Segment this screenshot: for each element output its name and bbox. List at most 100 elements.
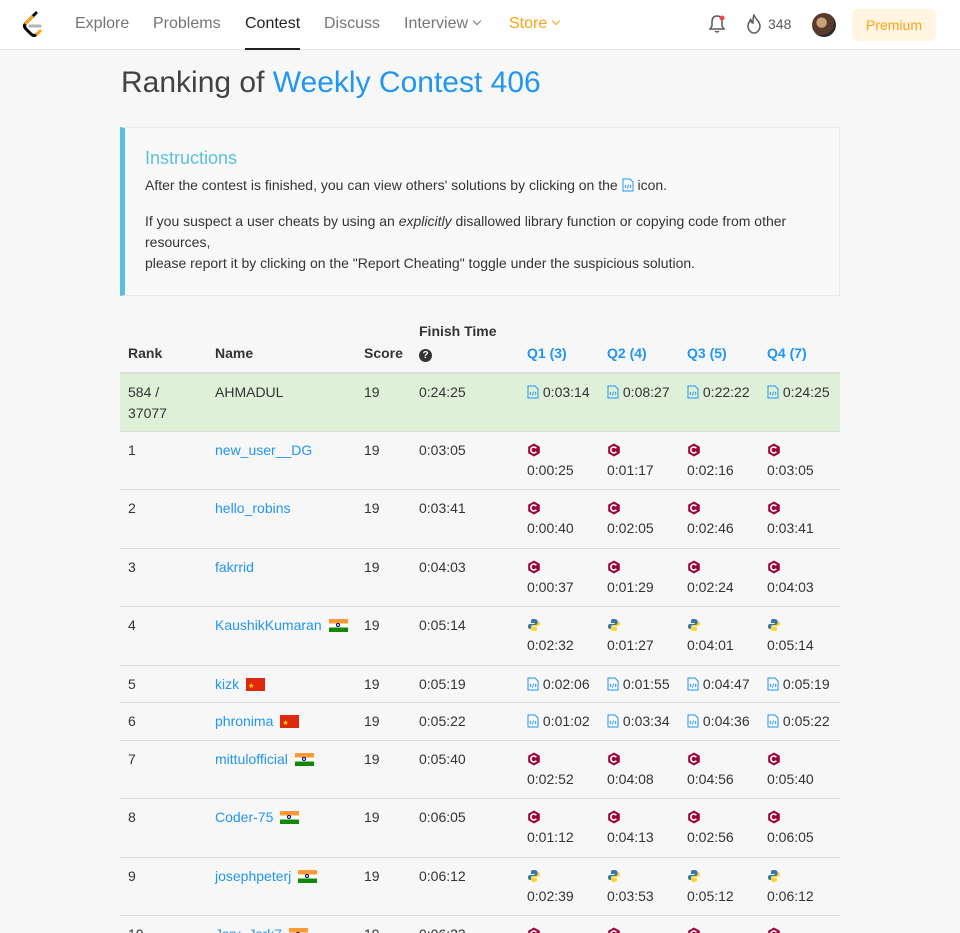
- solve-time: 0:06:05: [767, 829, 814, 845]
- question-solution-cell[interactable]: 0:01:02: [527, 711, 590, 732]
- question-solution-cell[interactable]: 0:00:25: [527, 440, 574, 481]
- user-name-link[interactable]: josephpeterj: [215, 866, 318, 887]
- streak-flame-icon[interactable]: [746, 14, 762, 34]
- my-q4-solution[interactable]: 0:24:25: [767, 382, 830, 403]
- question-solution-cell[interactable]: 0:02:05: [607, 498, 654, 539]
- question-solution-cell[interactable]: 0:02:16: [687, 440, 734, 481]
- python-language-icon: [608, 619, 620, 631]
- question-solution-cell[interactable]: 0:05:19: [767, 674, 830, 695]
- score-cell: 19: [364, 442, 380, 458]
- india-flag-icon: [294, 753, 314, 766]
- leetcode-logo-icon[interactable]: [20, 11, 46, 39]
- my-q2-solution[interactable]: 0:08:27: [607, 382, 670, 403]
- question-solution-cell[interactable]: 0:02:24: [687, 557, 734, 598]
- question-solution-cell[interactable]: 0:06:12: [767, 866, 814, 907]
- table-row: 3 fakrrid 19 0:04:03 0:00:37 0:01:29 0:02:24 0:…: [120, 548, 840, 606]
- solve-time: 0:01:02: [539, 713, 590, 729]
- nav-explore[interactable]: Explore: [75, 14, 129, 34]
- code-file-icon: [607, 714, 619, 728]
- question-solution-cell[interactable]: 0:03:05: [767, 440, 814, 481]
- nav-discuss[interactable]: Discuss: [324, 14, 380, 34]
- question-solution-cell[interactable]: 0:02:39: [527, 866, 574, 907]
- question-solution-cell[interactable]: [687, 924, 701, 933]
- cpp-language-icon: [768, 501, 780, 515]
- header-q3[interactable]: Q3 (5): [687, 343, 727, 364]
- question-solution-cell[interactable]: 0:02:32: [527, 615, 574, 656]
- question-solution-cell[interactable]: 0:04:01: [687, 615, 734, 656]
- question-solution-cell[interactable]: [767, 924, 781, 933]
- question-solution-cell[interactable]: 0:01:27: [607, 615, 654, 656]
- question-solution-cell[interactable]: 0:04:56: [687, 749, 734, 790]
- question-solution-cell[interactable]: 0:00:37: [527, 557, 574, 598]
- finish-time-help[interactable]: ?: [419, 342, 432, 363]
- user-name-link[interactable]: KaushikKumaran: [215, 615, 348, 636]
- instructions-text-2-a: If you suspect a user cheats by using an: [145, 213, 399, 229]
- table-row: 9 josephpeterj 19 0:06:12 0:02:39 0:03:53 0:05…: [120, 857, 840, 915]
- question-solution-cell[interactable]: 0:03:53: [607, 866, 654, 907]
- user-name-link[interactable]: Coder-75: [215, 807, 300, 828]
- question-solution-cell[interactable]: 0:05:40: [767, 749, 814, 790]
- question-solution-cell[interactable]: 0:04:36: [687, 711, 750, 732]
- question-solution-cell[interactable]: [527, 924, 541, 933]
- question-solution-cell[interactable]: 0:03:34: [607, 711, 670, 732]
- question-solution-cell[interactable]: 0:01:29: [607, 557, 654, 598]
- chevron-down-icon: [472, 16, 482, 26]
- premium-button[interactable]: Premium: [852, 9, 936, 41]
- solve-time: 0:04:13: [607, 829, 654, 845]
- user-name-link[interactable]: fakrrid: [215, 557, 254, 578]
- question-solution-cell[interactable]: 0:02:06: [527, 674, 590, 695]
- question-solution-cell[interactable]: 0:05:12: [687, 866, 734, 907]
- user-name-link[interactable]: kizk: [215, 674, 266, 697]
- question-solution-cell[interactable]: 0:02:56: [687, 807, 734, 848]
- contest-link[interactable]: Weekly Contest 406: [273, 66, 541, 99]
- question-solution-cell[interactable]: 0:06:05: [767, 807, 814, 848]
- my-q3-solution[interactable]: 0:22:22: [687, 382, 750, 403]
- my-q1-solution[interactable]: 0:03:14: [527, 382, 590, 403]
- score-cell: 19: [364, 751, 380, 767]
- header-q4[interactable]: Q4 (7): [767, 343, 807, 364]
- question-solution-cell[interactable]: 0:04:13: [607, 807, 654, 848]
- question-solution-cell[interactable]: 0:05:22: [767, 711, 830, 732]
- user-name-link[interactable]: hello_robins: [215, 498, 291, 519]
- user-name-link[interactable]: new_user__DG: [215, 440, 312, 461]
- question-solution-cell[interactable]: 0:04:47: [687, 674, 750, 695]
- user-name-link[interactable]: Jsry_Jsrk7: [215, 924, 308, 933]
- nav-store[interactable]: Store: [509, 14, 561, 34]
- code-file-icon: [767, 385, 779, 399]
- solve-time: 0:24:25: [779, 384, 830, 400]
- question-solution-cell[interactable]: 0:01:17: [607, 440, 654, 481]
- cpp-language-icon: [768, 752, 780, 766]
- user-name-link[interactable]: mittulofficial: [215, 749, 314, 770]
- question-solution-cell[interactable]: 0:02:52: [527, 749, 574, 790]
- instructions-text-1-b: icon.: [633, 177, 668, 193]
- question-solution-cell[interactable]: 0:03:41: [767, 498, 814, 539]
- user-avatar[interactable]: [812, 13, 836, 37]
- python-language-icon: [608, 870, 620, 882]
- question-solution-cell[interactable]: 0:01:12: [527, 807, 574, 848]
- question-solution-cell[interactable]: 0:02:46: [687, 498, 734, 539]
- rank-cell: 6: [128, 713, 136, 729]
- cpp-language-icon: [688, 443, 700, 457]
- nav-contest[interactable]: Contest: [245, 14, 301, 50]
- question-solution-cell[interactable]: 0:01:55: [607, 674, 670, 695]
- cpp-language-icon: [608, 752, 620, 766]
- question-solution-cell[interactable]: 0:04:08: [607, 749, 654, 790]
- score-cell: 19: [364, 713, 380, 729]
- solve-time: 0:02:46: [687, 520, 734, 536]
- question-solution-cell[interactable]: [607, 924, 621, 933]
- code-file-icon: [527, 677, 539, 691]
- notification-bell-icon[interactable]: [708, 14, 726, 34]
- nav-interview[interactable]: Interview: [404, 14, 482, 34]
- python-language-icon: [688, 870, 700, 882]
- page-title-prefix: Ranking of: [121, 66, 273, 99]
- question-solution-cell[interactable]: 0:00:40: [527, 498, 574, 539]
- solve-time: 0:04:56: [687, 771, 734, 787]
- user-name-link[interactable]: phronima: [215, 711, 300, 734]
- question-solution-cell[interactable]: 0:05:14: [767, 615, 814, 656]
- nav-problems[interactable]: Problems: [153, 14, 221, 34]
- header-q2[interactable]: Q2 (4): [607, 343, 647, 364]
- cpp-language-icon: [688, 927, 700, 933]
- header-q1[interactable]: Q1 (3): [527, 343, 567, 364]
- question-solution-cell[interactable]: 0:04:03: [767, 557, 814, 598]
- code-file-icon: [767, 714, 779, 728]
